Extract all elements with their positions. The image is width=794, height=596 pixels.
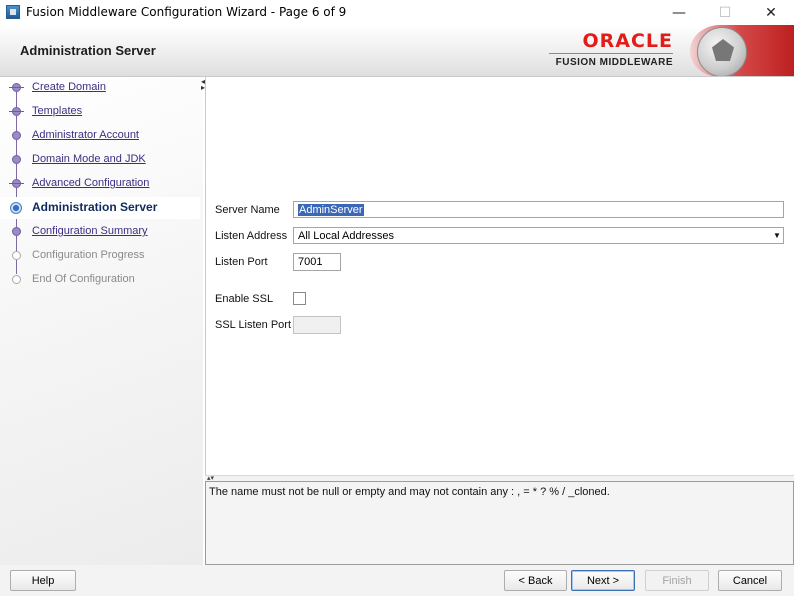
finish-button: Finish xyxy=(645,570,709,591)
nav-step-domain-mode-jdk[interactable]: Domain Mode and JDK xyxy=(0,149,200,171)
server-name-input[interactable]: AdminServer xyxy=(293,201,784,218)
nav-step-label: End Of Configuration xyxy=(32,273,135,285)
title-bar: Fusion Middleware Configuration Wizard -… xyxy=(0,0,794,25)
step-next-icon xyxy=(12,227,21,236)
nav-step-label: Configuration Progress xyxy=(32,249,145,261)
enable-ssl-checkbox[interactable] xyxy=(293,292,306,305)
cancel-button[interactable]: Cancel xyxy=(718,570,782,591)
server-name-value: AdminServer xyxy=(298,203,364,216)
listen-port-value: 7001 xyxy=(298,256,323,268)
step-done-icon xyxy=(9,83,24,92)
listen-address-label: Listen Address xyxy=(215,230,288,242)
nav-step-templates[interactable]: Templates xyxy=(0,101,200,123)
page-title: Administration Server xyxy=(20,43,156,58)
help-button[interactable]: Help xyxy=(10,570,76,591)
nav-step-label[interactable]: Domain Mode and JDK xyxy=(32,153,146,165)
listen-port-label: Listen Port xyxy=(215,256,268,268)
nav-step-label: Administration Server xyxy=(32,200,158,214)
maximize-button[interactable]: ☐ xyxy=(702,0,748,25)
nav-step-label[interactable]: Create Domain xyxy=(32,81,106,93)
app-icon xyxy=(6,5,20,19)
ssl-listen-port-input xyxy=(293,316,341,334)
step-done-icon xyxy=(9,107,24,116)
nav-step-end-of-configuration: End Of Configuration xyxy=(0,269,200,291)
nav-step-create-domain[interactable]: Create Domain xyxy=(0,77,200,99)
next-button[interactable]: Next > xyxy=(571,570,635,591)
nav-step-configuration-progress: Configuration Progress xyxy=(0,245,200,267)
step-pending-icon xyxy=(12,275,21,284)
enable-ssl-label: Enable SSL xyxy=(215,293,274,305)
wizard-steps-nav: ◂ ▸ Create Domain Templates Administrator… xyxy=(0,77,205,565)
nav-step-advanced-configuration[interactable]: Advanced Configuration xyxy=(0,173,200,195)
back-button[interactable]: < Back xyxy=(504,570,567,591)
oracle-logo: ORACLE FUSION MIDDLEWARE xyxy=(549,31,673,68)
wizard-header: Administration Server ORACLE FUSION MIDD… xyxy=(0,25,794,77)
nav-step-configuration-summary[interactable]: Configuration Summary xyxy=(0,221,200,243)
chevron-down-icon[interactable]: ▼ xyxy=(771,228,783,243)
step-visited-icon xyxy=(12,155,21,164)
listen-address-select[interactable]: All Local Addresses ▼ xyxy=(293,227,784,244)
window-title: Fusion Middleware Configuration Wizard -… xyxy=(26,5,347,19)
nav-step-label[interactable]: Templates xyxy=(32,105,82,117)
step-done-icon xyxy=(9,179,24,188)
nav-step-administrator-account[interactable]: Administrator Account xyxy=(0,125,200,147)
close-button[interactable]: ✕ xyxy=(748,0,794,25)
wizard-footer: Help < Back Next > Finish Cancel xyxy=(0,565,794,596)
nav-step-administration-server[interactable]: Administration Server xyxy=(0,197,200,219)
oracle-brand-word: ORACLE xyxy=(582,30,673,52)
step-current-icon xyxy=(10,202,22,214)
listen-address-value: All Local Addresses xyxy=(298,229,394,242)
logo-rule xyxy=(549,53,673,54)
message-area: The name must not be null or empty and m… xyxy=(205,481,794,565)
nav-step-label[interactable]: Configuration Summary xyxy=(32,225,148,237)
nav-step-label[interactable]: Advanced Configuration xyxy=(32,177,149,189)
step-visited-icon xyxy=(12,131,21,140)
ssl-listen-port-label: SSL Listen Port xyxy=(215,319,292,331)
content-panel: Server Name AdminServer Listen Address A… xyxy=(205,77,794,475)
minimize-button[interactable]: — xyxy=(656,0,702,25)
step-pending-icon xyxy=(12,251,21,260)
server-name-label: Server Name xyxy=(215,204,280,216)
fusion-middleware-brand: FUSION MIDDLEWARE xyxy=(555,57,673,68)
listen-port-input[interactable]: 7001 xyxy=(293,253,341,271)
nav-step-label[interactable]: Administrator Account xyxy=(32,129,139,141)
validation-message: The name must not be null or empty and m… xyxy=(209,486,610,498)
